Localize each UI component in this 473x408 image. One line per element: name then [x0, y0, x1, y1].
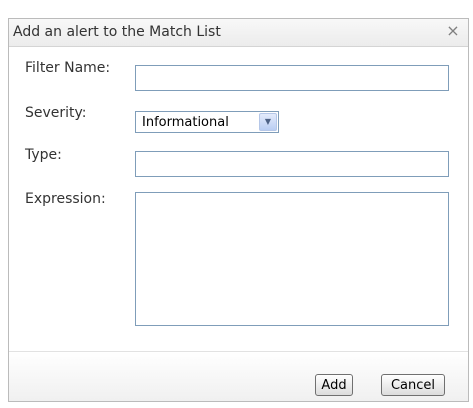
cancel-button[interactable]: Cancel	[381, 374, 445, 396]
expression-textarea[interactable]	[135, 192, 449, 326]
dialog-title: Add an alert to the Match List	[13, 24, 221, 40]
severity-label: Severity:	[25, 105, 87, 121]
type-input[interactable]	[135, 151, 449, 177]
severity-selected-value: Informational	[142, 115, 229, 130]
filter-name-label: Filter Name:	[25, 60, 111, 76]
dialog-footer: Add Cancel	[9, 351, 468, 401]
background-strip	[0, 0, 473, 20]
chevron-down-icon[interactable]: ▼	[259, 113, 277, 131]
severity-select[interactable]: Informational ▼	[135, 111, 279, 133]
type-label: Type:	[25, 147, 62, 163]
add-alert-dialog: Add an alert to the Match List × Filter …	[8, 18, 469, 402]
close-icon[interactable]: ×	[444, 22, 462, 40]
expression-label: Expression:	[25, 191, 106, 207]
filter-name-input[interactable]	[135, 65, 449, 91]
dialog-titlebar[interactable]: Add an alert to the Match List ×	[9, 19, 468, 47]
add-button[interactable]: Add	[315, 374, 353, 396]
